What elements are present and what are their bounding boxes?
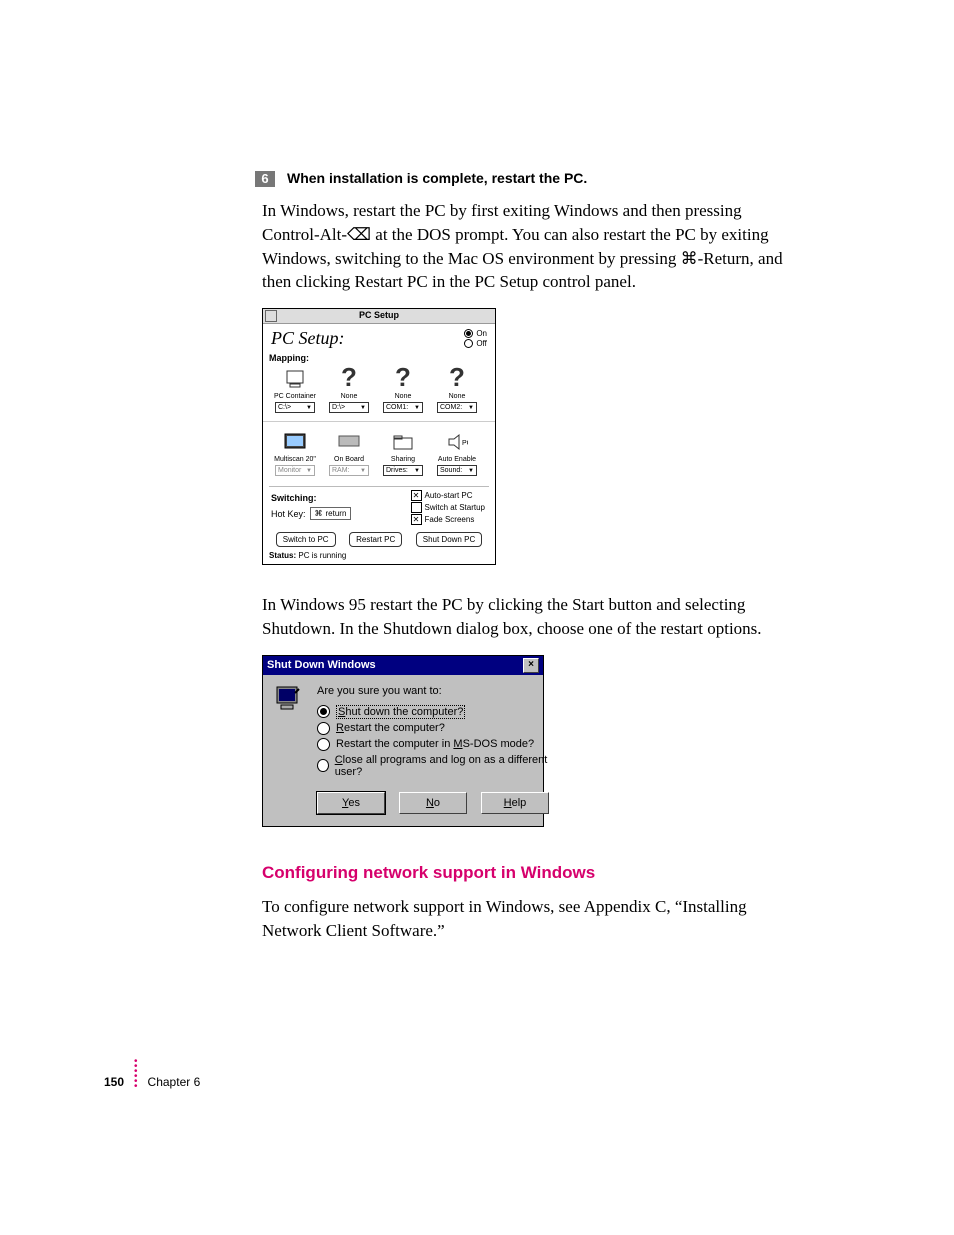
radio-close-all[interactable]	[317, 759, 329, 772]
svg-text:?: ?	[341, 366, 357, 392]
sharing-dropdown[interactable]: Drives:▼	[383, 465, 423, 476]
page-footer: 150 •••••• Chapter 6	[104, 1075, 200, 1105]
paragraph-1: In Windows, restart the PC by first exit…	[262, 199, 784, 294]
radio-msdos[interactable]	[317, 738, 330, 751]
ram-dropdown[interactable]: RAM:▼	[329, 465, 369, 476]
folder-icon	[391, 430, 415, 454]
sound-caption: Auto Enable	[438, 456, 476, 463]
close-icon[interactable]: ×	[523, 658, 539, 673]
sharing-caption: Sharing	[391, 456, 415, 463]
drive-c-dropdown[interactable]: C:\>▼	[275, 402, 315, 413]
paragraph-3: To configure network support in Windows,…	[262, 895, 784, 943]
radio-on-label: On	[476, 329, 487, 339]
ram-caption: On Board	[334, 456, 364, 463]
svg-text:PC: PC	[462, 440, 468, 447]
pc-container-icon	[283, 367, 307, 391]
footer-dots-icon: ••••••	[134, 1059, 138, 1089]
radio-off[interactable]	[464, 339, 473, 348]
paragraph-2: In Windows 95 restart the PC by clicking…	[262, 593, 784, 641]
radio-restart-label: Restart the computer?	[336, 722, 445, 734]
pc-setup-header-label: PC Setup:	[271, 328, 345, 349]
status-label: Status:	[269, 551, 296, 560]
no-button[interactable]: No	[399, 792, 467, 814]
fade-checkbox[interactable]: ✕	[411, 514, 422, 525]
switch-startup-label: Switch at Startup	[425, 503, 485, 512]
mapping-label: Mapping:	[263, 351, 495, 363]
question-icon: ?	[391, 367, 415, 391]
autostart-label: Auto-start PC	[425, 491, 473, 500]
shutdown-dialog: Shut Down Windows × Are you sure you wan…	[262, 655, 544, 827]
hotkey-field[interactable]: ⌘ return	[310, 507, 352, 520]
chapter-label: Chapter 6	[148, 1075, 201, 1089]
switch-startup-checkbox[interactable]	[411, 502, 422, 513]
on-off-radio-group: On Off	[464, 329, 487, 349]
pc-setup-titlebar: PC Setup	[263, 309, 495, 324]
slot-com1-caption: None	[395, 393, 412, 400]
svg-text:?: ?	[395, 366, 411, 392]
radio-restart[interactable]	[317, 722, 330, 735]
radio-off-label: Off	[476, 339, 487, 349]
com2-dropdown[interactable]: COM2:▼	[437, 402, 477, 413]
monitor-dropdown[interactable]: Monitor▼	[275, 465, 315, 476]
pc-setup-control-panel: PC Setup PC Setup: On Off Mapping: PC Co…	[262, 308, 496, 565]
command-key-icon: ⌘	[315, 509, 323, 518]
radio-close-all-label: Close all programs and log on as a diffe…	[335, 754, 549, 778]
fade-label: Fade Screens	[425, 515, 475, 524]
restart-pc-button[interactable]: Restart PC	[349, 532, 402, 547]
page-number: 150	[104, 1075, 124, 1089]
speaker-icon: PC	[445, 430, 469, 454]
section-heading: Configuring network support in Windows	[262, 863, 954, 883]
shut-down-pc-button[interactable]: Shut Down PC	[416, 532, 482, 547]
status-value: PC is running	[298, 551, 346, 560]
monitor-icon	[283, 430, 307, 454]
step-title: When installation is complete, restart t…	[287, 170, 587, 186]
com1-dropdown[interactable]: COM1:▼	[383, 402, 423, 413]
slot-d-caption: None	[341, 393, 358, 400]
pc-setup-window-title: PC Setup	[263, 310, 495, 320]
hotkey-value: return	[326, 509, 347, 518]
ram-icon	[337, 430, 361, 454]
pc-container-caption: PC Container	[274, 393, 316, 400]
sound-dropdown[interactable]: Sound:▼	[437, 465, 477, 476]
shutdown-question: Are you sure you want to:	[317, 685, 549, 697]
radio-shutdown[interactable]	[317, 705, 330, 718]
slot-com2-caption: None	[449, 393, 466, 400]
shutdown-title: Shut Down Windows	[267, 659, 376, 671]
radio-msdos-label: Restart the computer in MS-DOS mode?	[336, 738, 534, 750]
switch-to-pc-button[interactable]: Switch to PC	[276, 532, 336, 547]
svg-text:?: ?	[449, 366, 465, 392]
question-icon: ?	[337, 367, 361, 391]
help-button[interactable]: Help	[481, 792, 549, 814]
monitor-caption: Multiscan 20"	[274, 456, 316, 463]
drive-d-dropdown[interactable]: D:\>▼	[329, 402, 369, 413]
question-icon: ?	[445, 367, 469, 391]
radio-on[interactable]	[464, 329, 473, 338]
step-number-badge: 6	[255, 171, 275, 187]
radio-shutdown-label: Shut down the computer?	[336, 705, 465, 719]
hotkey-label: Hot Key:	[271, 509, 306, 519]
autostart-checkbox[interactable]: ✕	[411, 490, 422, 501]
yes-button[interactable]: Yes	[317, 792, 385, 814]
shutdown-computer-icon	[275, 685, 305, 814]
